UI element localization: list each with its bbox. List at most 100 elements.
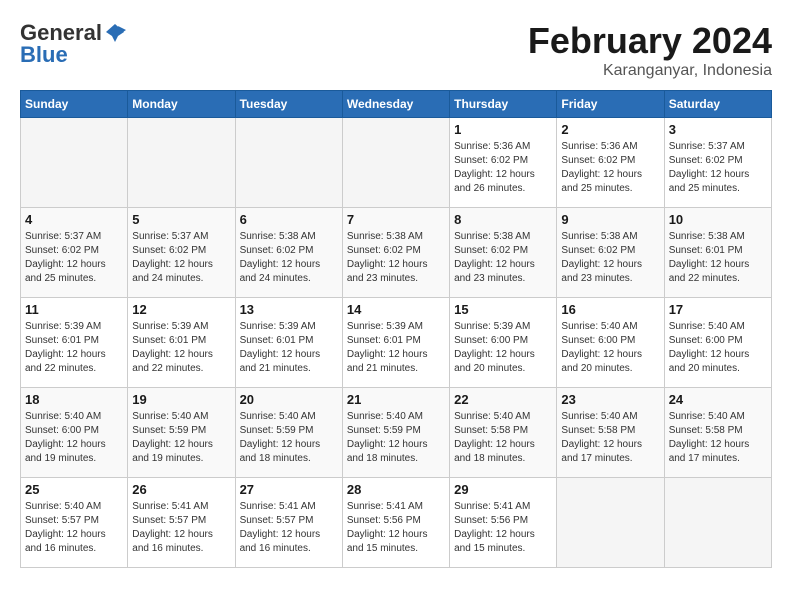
page-header: General Blue February 2024 Karanganyar, … bbox=[20, 20, 772, 80]
day-info: Sunrise: 5:38 AM Sunset: 6:02 PM Dayligh… bbox=[347, 230, 445, 286]
calendar-cell: 8 Sunrise: 5:38 AM Sunset: 6:02 PM Daylig… bbox=[450, 208, 557, 298]
day-number: 3 bbox=[669, 122, 767, 137]
day-info: Sunrise: 5:37 AM Sunset: 6:02 PM Dayligh… bbox=[132, 230, 230, 286]
calendar-cell: 18 Sunrise: 5:40 AM Sunset: 6:00 PM Dayli… bbox=[21, 388, 128, 478]
calendar-cell: 3 Sunrise: 5:37 AM Sunset: 6:02 PM Daylig… bbox=[664, 118, 771, 208]
day-number: 24 bbox=[669, 392, 767, 407]
week-row-4: 25 Sunrise: 5:40 AM Sunset: 5:57 PM Dayli… bbox=[21, 478, 772, 568]
header-friday: Friday bbox=[557, 91, 664, 118]
day-info: Sunrise: 5:38 AM Sunset: 6:02 PM Dayligh… bbox=[454, 230, 552, 286]
day-info: Sunrise: 5:36 AM Sunset: 6:02 PM Dayligh… bbox=[454, 140, 552, 196]
calendar-cell: 13 Sunrise: 5:39 AM Sunset: 6:01 PM Dayli… bbox=[235, 298, 342, 388]
week-row-0: 1Sunrise: 5:36 AM Sunset: 6:02 PM Daylig… bbox=[21, 118, 772, 208]
day-info: Sunrise: 5:39 AM Sunset: 6:01 PM Dayligh… bbox=[132, 320, 230, 376]
day-info: Sunrise: 5:37 AM Sunset: 6:02 PM Dayligh… bbox=[25, 230, 123, 286]
day-info: Sunrise: 5:40 AM Sunset: 5:59 PM Dayligh… bbox=[347, 410, 445, 466]
day-number: 28 bbox=[347, 482, 445, 497]
logo-blue: Blue bbox=[20, 42, 68, 68]
day-number: 14 bbox=[347, 302, 445, 317]
calendar-cell: 5 Sunrise: 5:37 AM Sunset: 6:02 PM Daylig… bbox=[128, 208, 235, 298]
calendar-cell: 19 Sunrise: 5:40 AM Sunset: 5:59 PM Dayli… bbox=[128, 388, 235, 478]
calendar-cell: 14 Sunrise: 5:39 AM Sunset: 6:01 PM Dayli… bbox=[342, 298, 449, 388]
day-number: 23 bbox=[561, 392, 659, 407]
calendar-cell: 20 Sunrise: 5:40 AM Sunset: 5:59 PM Dayli… bbox=[235, 388, 342, 478]
calendar-cell: 25 Sunrise: 5:40 AM Sunset: 5:57 PM Dayli… bbox=[21, 478, 128, 568]
calendar-cell bbox=[128, 118, 235, 208]
day-number: 10 bbox=[669, 212, 767, 227]
day-number: 17 bbox=[669, 302, 767, 317]
day-info: Sunrise: 5:41 AM Sunset: 5:56 PM Dayligh… bbox=[347, 500, 445, 556]
day-number: 19 bbox=[132, 392, 230, 407]
calendar-cell: 11 Sunrise: 5:39 AM Sunset: 6:01 PM Dayli… bbox=[21, 298, 128, 388]
day-number: 27 bbox=[240, 482, 338, 497]
calendar-cell: 26 Sunrise: 5:41 AM Sunset: 5:57 PM Dayli… bbox=[128, 478, 235, 568]
header-sunday: Sunday bbox=[21, 91, 128, 118]
day-number: 26 bbox=[132, 482, 230, 497]
day-number: 16 bbox=[561, 302, 659, 317]
logo-bird-icon bbox=[104, 22, 126, 44]
day-number: 9 bbox=[561, 212, 659, 227]
calendar-cell: 17 Sunrise: 5:40 AM Sunset: 6:00 PM Dayli… bbox=[664, 298, 771, 388]
calendar-cell: 29Sunrise: 5:41 AM Sunset: 5:56 PM Dayli… bbox=[450, 478, 557, 568]
day-info: Sunrise: 5:39 AM Sunset: 6:01 PM Dayligh… bbox=[240, 320, 338, 376]
day-number: 6 bbox=[240, 212, 338, 227]
day-number: 18 bbox=[25, 392, 123, 407]
day-info: Sunrise: 5:37 AM Sunset: 6:02 PM Dayligh… bbox=[669, 140, 767, 196]
day-number: 22 bbox=[454, 392, 552, 407]
calendar-cell: 22 Sunrise: 5:40 AM Sunset: 5:58 PM Dayli… bbox=[450, 388, 557, 478]
day-info: Sunrise: 5:40 AM Sunset: 6:00 PM Dayligh… bbox=[561, 320, 659, 376]
logo: General Blue bbox=[20, 20, 128, 68]
calendar-cell: 12 Sunrise: 5:39 AM Sunset: 6:01 PM Dayli… bbox=[128, 298, 235, 388]
day-info: Sunrise: 5:41 AM Sunset: 5:57 PM Dayligh… bbox=[240, 500, 338, 556]
day-info: Sunrise: 5:40 AM Sunset: 5:58 PM Dayligh… bbox=[561, 410, 659, 466]
calendar-cell: 21Sunrise: 5:40 AM Sunset: 5:59 PM Dayli… bbox=[342, 388, 449, 478]
day-info: Sunrise: 5:40 AM Sunset: 5:59 PM Dayligh… bbox=[240, 410, 338, 466]
day-number: 5 bbox=[132, 212, 230, 227]
day-info: Sunrise: 5:39 AM Sunset: 6:01 PM Dayligh… bbox=[347, 320, 445, 376]
day-number: 2 bbox=[561, 122, 659, 137]
calendar-cell bbox=[557, 478, 664, 568]
day-info: Sunrise: 5:38 AM Sunset: 6:02 PM Dayligh… bbox=[561, 230, 659, 286]
calendar-cell bbox=[664, 478, 771, 568]
calendar-cell: 4 Sunrise: 5:37 AM Sunset: 6:02 PM Daylig… bbox=[21, 208, 128, 298]
day-number: 12 bbox=[132, 302, 230, 317]
header-monday: Monday bbox=[128, 91, 235, 118]
day-info: Sunrise: 5:38 AM Sunset: 6:01 PM Dayligh… bbox=[669, 230, 767, 286]
calendar-cell: 23 Sunrise: 5:40 AM Sunset: 5:58 PM Dayli… bbox=[557, 388, 664, 478]
day-info: Sunrise: 5:40 AM Sunset: 6:00 PM Dayligh… bbox=[25, 410, 123, 466]
header-wednesday: Wednesday bbox=[342, 91, 449, 118]
day-info: Sunrise: 5:39 AM Sunset: 6:01 PM Dayligh… bbox=[25, 320, 123, 376]
week-row-1: 4 Sunrise: 5:37 AM Sunset: 6:02 PM Daylig… bbox=[21, 208, 772, 298]
day-number: 20 bbox=[240, 392, 338, 407]
calendar-header-row: SundayMondayTuesdayWednesdayThursdayFrid… bbox=[21, 91, 772, 118]
calendar-subtitle: Karanganyar, Indonesia bbox=[528, 62, 772, 80]
title-section: February 2024 Karanganyar, Indonesia bbox=[528, 20, 772, 80]
calendar-cell: 15Sunrise: 5:39 AM Sunset: 6:00 PM Dayli… bbox=[450, 298, 557, 388]
week-row-2: 11 Sunrise: 5:39 AM Sunset: 6:01 PM Dayli… bbox=[21, 298, 772, 388]
day-number: 25 bbox=[25, 482, 123, 497]
day-number: 8 bbox=[454, 212, 552, 227]
day-info: Sunrise: 5:39 AM Sunset: 6:00 PM Dayligh… bbox=[454, 320, 552, 376]
calendar-cell: 6 Sunrise: 5:38 AM Sunset: 6:02 PM Daylig… bbox=[235, 208, 342, 298]
calendar-cell bbox=[235, 118, 342, 208]
day-number: 13 bbox=[240, 302, 338, 317]
day-info: Sunrise: 5:38 AM Sunset: 6:02 PM Dayligh… bbox=[240, 230, 338, 286]
day-info: Sunrise: 5:40 AM Sunset: 5:59 PM Dayligh… bbox=[132, 410, 230, 466]
day-info: Sunrise: 5:40 AM Sunset: 5:57 PM Dayligh… bbox=[25, 500, 123, 556]
day-info: Sunrise: 5:40 AM Sunset: 5:58 PM Dayligh… bbox=[454, 410, 552, 466]
header-tuesday: Tuesday bbox=[235, 91, 342, 118]
day-info: Sunrise: 5:40 AM Sunset: 5:58 PM Dayligh… bbox=[669, 410, 767, 466]
day-info: Sunrise: 5:40 AM Sunset: 6:00 PM Dayligh… bbox=[669, 320, 767, 376]
day-number: 7 bbox=[347, 212, 445, 227]
calendar-cell: 16 Sunrise: 5:40 AM Sunset: 6:00 PM Dayli… bbox=[557, 298, 664, 388]
header-thursday: Thursday bbox=[450, 91, 557, 118]
day-number: 4 bbox=[25, 212, 123, 227]
calendar-table: SundayMondayTuesdayWednesdayThursdayFrid… bbox=[20, 90, 772, 568]
calendar-cell: 1Sunrise: 5:36 AM Sunset: 6:02 PM Daylig… bbox=[450, 118, 557, 208]
calendar-cell: 28 Sunrise: 5:41 AM Sunset: 5:56 PM Dayli… bbox=[342, 478, 449, 568]
calendar-cell: 9 Sunrise: 5:38 AM Sunset: 6:02 PM Daylig… bbox=[557, 208, 664, 298]
week-row-3: 18 Sunrise: 5:40 AM Sunset: 6:00 PM Dayli… bbox=[21, 388, 772, 478]
day-info: Sunrise: 5:41 AM Sunset: 5:57 PM Dayligh… bbox=[132, 500, 230, 556]
day-number: 11 bbox=[25, 302, 123, 317]
calendar-cell: 7 Sunrise: 5:38 AM Sunset: 6:02 PM Daylig… bbox=[342, 208, 449, 298]
